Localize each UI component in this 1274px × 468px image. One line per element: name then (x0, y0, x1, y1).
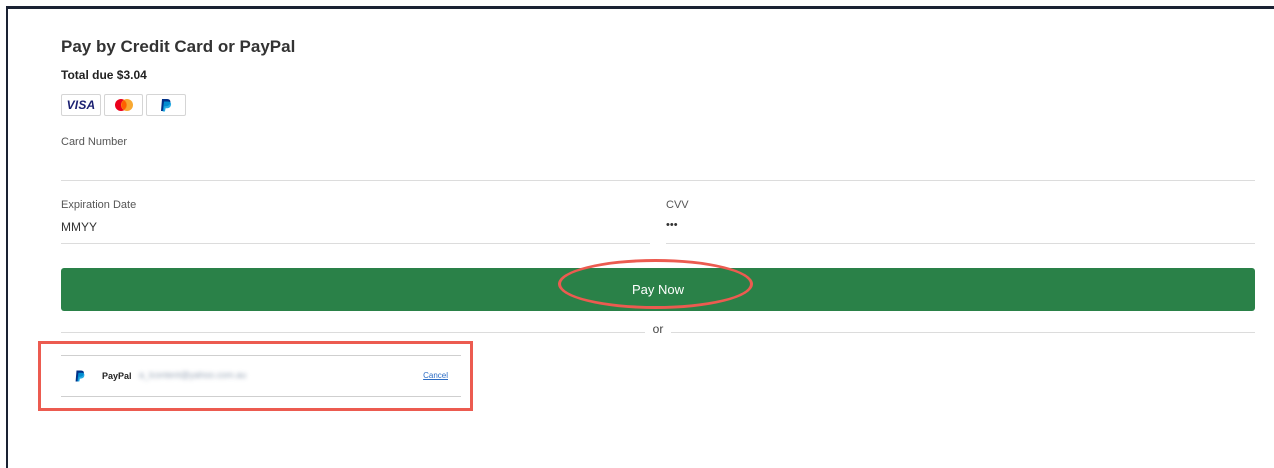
total-due: Total due $3.04 (61, 68, 147, 82)
expiration-date-label: Expiration Date (61, 199, 137, 211)
card-number-label: Card Number (61, 136, 128, 148)
visa-icon: VISA (61, 94, 101, 116)
paypal-account-row: PayPal a_lcontent@yahoo.com.au Cancel (61, 355, 461, 397)
accepted-cards: VISA (61, 94, 186, 116)
or-separator: or (645, 322, 671, 336)
page-title: Pay by Credit Card or PayPal (61, 37, 296, 56)
paypal-icon (146, 94, 186, 116)
paypal-cancel-link[interactable]: Cancel (423, 371, 448, 380)
paypal-label: PayPal (102, 371, 132, 381)
pay-now-button[interactable]: Pay Now (61, 268, 1255, 311)
expiration-date-input[interactable]: MMYY (61, 220, 641, 234)
expiration-underline (61, 243, 650, 244)
paypal-icon (75, 369, 85, 387)
card-number-underline (61, 180, 1255, 181)
mastercard-icon (104, 94, 143, 116)
cvv-label: CVV (666, 199, 689, 211)
card-number-input[interactable] (61, 158, 1255, 178)
cvv-underline (666, 243, 1255, 244)
paypal-email: a_lcontent@yahoo.com.au (139, 370, 247, 380)
cvv-input[interactable]: ••• (666, 219, 1246, 231)
window-frame (6, 6, 1274, 468)
